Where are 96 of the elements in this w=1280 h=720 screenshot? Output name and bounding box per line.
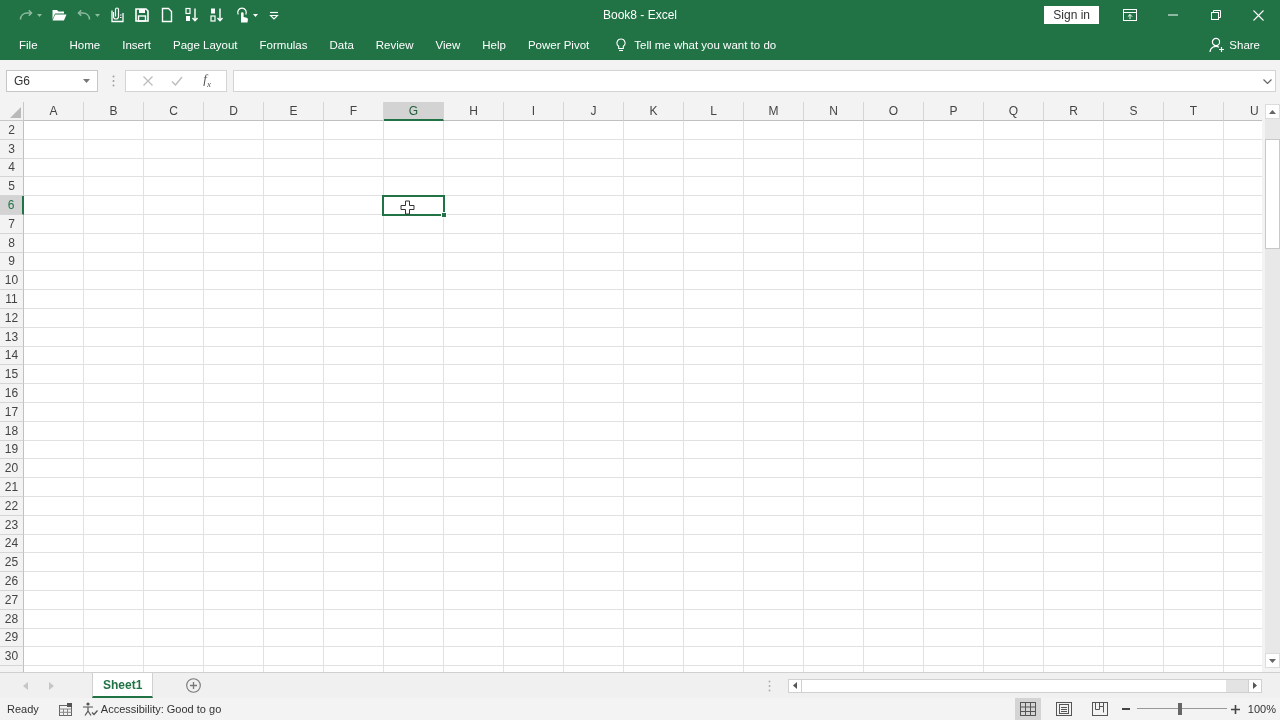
active-cell[interactable] bbox=[382, 195, 445, 216]
left-triangle-icon bbox=[793, 682, 797, 689]
ribbon-tab[interactable]: View bbox=[424, 30, 472, 60]
row-header[interactable]: 26 bbox=[0, 572, 24, 591]
grip-icon[interactable] bbox=[112, 75, 115, 87]
hand-pointer-icon[interactable] bbox=[234, 7, 250, 23]
row-header[interactable]: 5 bbox=[0, 177, 24, 197]
scroll-down-button[interactable] bbox=[1265, 653, 1280, 668]
cursor-icon bbox=[400, 200, 415, 216]
column-header[interactable]: T bbox=[1164, 102, 1224, 121]
view-button[interactable] bbox=[1014, 698, 1041, 720]
zoom-level-text[interactable]: 100% bbox=[1247, 703, 1276, 715]
sort-ascending-icon[interactable] bbox=[184, 7, 200, 23]
tell-me-search-field[interactable]: Tell me what you want to do bbox=[634, 36, 825, 54]
row-header[interactable]: 21 bbox=[0, 478, 24, 497]
row-header[interactable]: 2 bbox=[0, 121, 24, 140]
row-header[interactable]: 25 bbox=[0, 553, 24, 573]
column-header[interactable]: J bbox=[564, 102, 624, 121]
add-sheet-icon[interactable] bbox=[186, 678, 202, 693]
column-header[interactable]: K bbox=[624, 102, 684, 121]
lightbulb-icon[interactable] bbox=[616, 38, 627, 52]
ribbon-tab[interactable]: Review bbox=[364, 30, 425, 60]
ribbon-tab[interactable]: Power Pivot bbox=[516, 30, 601, 60]
insert-function-button[interactable]: f$_{x}$ bbox=[201, 71, 213, 91]
scroll-left-button[interactable] bbox=[789, 679, 802, 692]
row-header[interactable]: 30 bbox=[0, 647, 24, 667]
share-button[interactable]: Share bbox=[1207, 33, 1262, 57]
chevron-down-icon[interactable] bbox=[1263, 79, 1272, 84]
column-header[interactable]: R bbox=[1044, 102, 1104, 121]
row-header[interactable]: 16 bbox=[0, 384, 24, 403]
minimize-icon[interactable] bbox=[1167, 14, 1178, 16]
zoom-in-icon[interactable] bbox=[1230, 704, 1240, 714]
sheet-tab[interactable]: Sheet1 bbox=[92, 673, 154, 698]
column-header[interactable]: U bbox=[1224, 102, 1262, 121]
person-add-icon bbox=[1209, 37, 1226, 53]
page-layout-view-icon bbox=[1055, 702, 1072, 716]
window-title: Book8 - Excel bbox=[602, 8, 677, 22]
ribbon-tab[interactable]: Formulas bbox=[248, 30, 319, 60]
ribbon-tab[interactable]: Data bbox=[318, 30, 365, 60]
scroll-right-button[interactable] bbox=[1248, 679, 1261, 692]
save-icon[interactable] bbox=[134, 7, 150, 23]
column-header[interactable]: D bbox=[204, 102, 264, 121]
column-header[interactable]: A bbox=[24, 102, 84, 121]
fill-handle[interactable] bbox=[441, 212, 447, 218]
corner-triangle-icon bbox=[10, 107, 21, 118]
paperclip-document-icon[interactable] bbox=[109, 7, 125, 23]
ribbon-tab[interactable]: Insert bbox=[111, 30, 162, 60]
column-header[interactable]: P bbox=[924, 102, 984, 121]
folder-icon[interactable] bbox=[51, 7, 67, 23]
row-header[interactable]: 11 bbox=[0, 290, 24, 309]
column-header[interactable]: H bbox=[444, 102, 504, 121]
row-header[interactable]: 6 bbox=[0, 196, 24, 215]
right-triangle-icon bbox=[1253, 682, 1257, 689]
normal-view-icon bbox=[1019, 702, 1036, 716]
column-header[interactable]: E bbox=[264, 102, 324, 121]
document-icon[interactable] bbox=[159, 7, 175, 23]
column-header[interactable]: F bbox=[324, 102, 384, 121]
zoom-slider-thumb[interactable] bbox=[1178, 703, 1183, 715]
column-header[interactable]: S bbox=[1104, 102, 1164, 121]
status-text: Ready bbox=[7, 703, 39, 715]
ribbon-tab[interactable]: Page Layout bbox=[162, 30, 249, 60]
ribbon-tab[interactable]: File bbox=[8, 30, 49, 60]
spreadsheet-icon[interactable] bbox=[58, 702, 72, 716]
dropdown-caret-icon[interactable] bbox=[83, 79, 90, 83]
ribbon-tab[interactable]: Home bbox=[58, 30, 112, 60]
formula-input[interactable] bbox=[233, 70, 1276, 92]
page-break-view-icon bbox=[1091, 702, 1108, 716]
ribbon-display-options-icon[interactable] bbox=[1122, 9, 1137, 21]
column-header[interactable]: Q bbox=[984, 102, 1044, 121]
column-header[interactable]: N bbox=[804, 102, 864, 121]
sort-descending-icon[interactable] bbox=[209, 7, 225, 23]
ribbon-tab[interactable]: Help bbox=[471, 30, 517, 60]
scrollbar-thumb[interactable] bbox=[802, 679, 1226, 692]
row-header[interactable]: 15 bbox=[0, 365, 24, 385]
column-header[interactable]: M bbox=[744, 102, 804, 121]
vertical-scrollbar[interactable] bbox=[1265, 119, 1280, 653]
horizontal-scrollbar[interactable] bbox=[788, 678, 1262, 693]
column-header[interactable]: I bbox=[504, 102, 564, 121]
accessibility-status[interactable]: Accessibility: Good to go bbox=[81, 702, 222, 716]
down-triangle-icon bbox=[1269, 658, 1276, 663]
column-header[interactable]: L bbox=[684, 102, 744, 121]
column-header[interactable]: G bbox=[384, 102, 444, 121]
row-header[interactable]: 10 bbox=[0, 271, 24, 291]
up-triangle-icon bbox=[1269, 109, 1276, 114]
sign-in-button[interactable]: Sign in bbox=[1044, 6, 1099, 24]
row-header[interactable]: 20 bbox=[0, 459, 24, 479]
column-header[interactable]: B bbox=[84, 102, 144, 121]
accessibility-check-icon bbox=[81, 702, 98, 716]
column-header[interactable]: C bbox=[144, 102, 204, 121]
scroll-up-button[interactable] bbox=[1265, 104, 1280, 119]
dropdown-caret-icon[interactable] bbox=[253, 13, 258, 17]
column-header[interactable]: O bbox=[864, 102, 924, 121]
scrollbar-thumb[interactable] bbox=[1265, 139, 1280, 249]
restore-icon[interactable] bbox=[1210, 10, 1221, 20]
name-box[interactable]: G6 bbox=[6, 70, 98, 92]
close-icon[interactable] bbox=[1253, 9, 1264, 21]
